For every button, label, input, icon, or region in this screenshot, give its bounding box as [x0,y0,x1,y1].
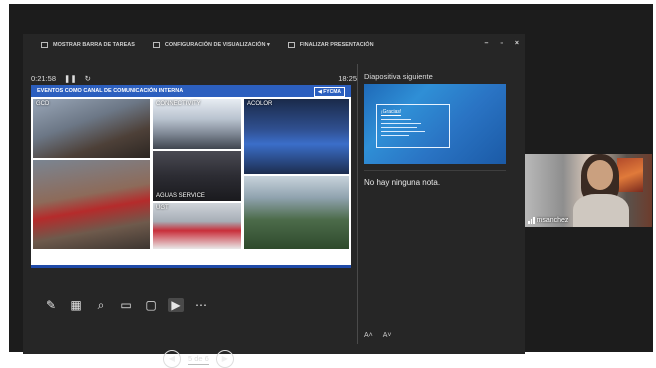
participant-name: msanchez [536,217,569,224]
slide-title: EVENTOS COMO CANAL DE COMUNICACIÓN INTER… [37,88,184,94]
increase-font-button[interactable]: A˄ [364,332,373,339]
notes-text[interactable]: No hay ninguna nota. [364,178,440,187]
all-slides-icon[interactable]: ▦ [68,298,84,312]
slide-photo-screens: ACOLOR [244,99,349,174]
slide-photo-stage: CONNECTIVITY [153,99,241,149]
thanks-box: ¡Gracias! [376,104,450,148]
zoom-icon[interactable]: ⌕ [93,298,109,312]
slide-photo-ugt: UGT [153,203,241,249]
taskbar-icon [41,42,48,48]
participant-video[interactable]: msanchez [525,154,652,227]
restore-icon[interactable]: ▫ [500,40,502,47]
participant-name-tag: msanchez [528,217,568,224]
subtitles-icon[interactable]: ▢ [143,298,159,312]
photo-label: UGT [156,205,169,211]
slide-counter[interactable]: 5 de 6 [188,354,209,365]
current-clock: 18:25 [338,73,357,83]
reset-timer-icon[interactable]: ↻ [85,74,91,83]
current-slide: EVENTOS COMO CANAL DE COMUNICACIÓN INTER… [31,85,351,268]
next-slide-label: Diapositiva siguiente [364,72,433,81]
pen-icon[interactable]: ✎ [43,298,59,312]
presenter-view: MOSTRAR BARRA DE TAREAS CONFIGURACIÓN DE… [23,34,525,368]
photo-label: ACOLOR [247,101,273,107]
photo-label: CONNECTIVITY [156,101,201,107]
slide-photo-exhibition [244,176,349,249]
slide-tools: ✎ ▦ ⌕ ▭ ▢ ▶ ⋯ [43,298,209,312]
photo-label: AGUAS SERVICE [156,193,205,199]
pane-divider[interactable] [357,64,358,344]
next-slide-button[interactable]: ▶ [215,350,234,368]
decrease-font-button[interactable]: A˅ [383,332,392,339]
notes-font-controls: A˄ A˅ [364,332,392,339]
previous-slide-button[interactable]: ◀ [163,350,181,368]
black-screen-icon[interactable]: ▭ [118,298,134,312]
show-taskbar-label: MOSTRAR BARRA DE TAREAS [53,42,135,48]
close-icon[interactable]: × [515,40,519,47]
camera-icon[interactable]: ▶ [168,298,184,312]
slide-navigation: ◀ 5 de 6 ▶ [163,350,234,368]
presenter-toolbar: MOSTRAR BARRA DE TAREAS CONFIGURACIÓN DE… [23,34,525,56]
thumb-text-line [381,123,421,124]
thumb-text-line [381,135,409,136]
elapsed-time: 0:21:58 [31,73,57,83]
more-options-icon[interactable]: ⋯ [193,298,209,312]
timer-row: 0:21:58 ❚❚ ↻ 18:25 [31,72,357,84]
thumb-text-line [381,119,411,120]
photo-label: GCD [36,101,50,107]
fycma-logo: ◀ FYCMA [313,87,345,97]
participant-body [573,194,629,227]
thumb-text-line [381,127,417,128]
display-settings-button[interactable]: CONFIGURACIÓN DE VISUALIZACIÓN ▾ [152,42,270,48]
show-taskbar-button[interactable]: MOSTRAR BARRA DE TAREAS [41,42,135,48]
thumb-text-line [381,131,425,132]
slide-header: EVENTOS COMO CANAL DE COMUNICACIÓN INTER… [31,85,351,97]
end-presentation-button[interactable]: FINALIZAR PRESENTACIÓN [287,42,374,48]
notes-separator [364,170,506,171]
window-controls: – ▫ × [485,40,519,47]
minimize-icon[interactable]: – [485,40,489,47]
end-presentation-label: FINALIZAR PRESENTACIÓN [299,42,374,48]
end-presentation-icon [287,42,295,48]
display-settings-label: CONFIGURACIÓN DE VISUALIZACIÓN ▾ [164,42,270,48]
next-slide-thumbnail[interactable]: ¡Gracias! [364,84,506,164]
signal-bars-icon [528,217,535,224]
participant-face [587,160,613,190]
slide-photo-pavilion [33,160,150,249]
display-settings-icon [152,42,160,48]
background-artwork [617,158,643,192]
slide-photo-audience: AGUAS SERVICE [153,151,241,201]
pause-icon[interactable]: ❚❚ [64,74,77,83]
thumb-title: ¡Gracias! [381,109,402,116]
slide-photo-hall: GCD [33,99,150,158]
